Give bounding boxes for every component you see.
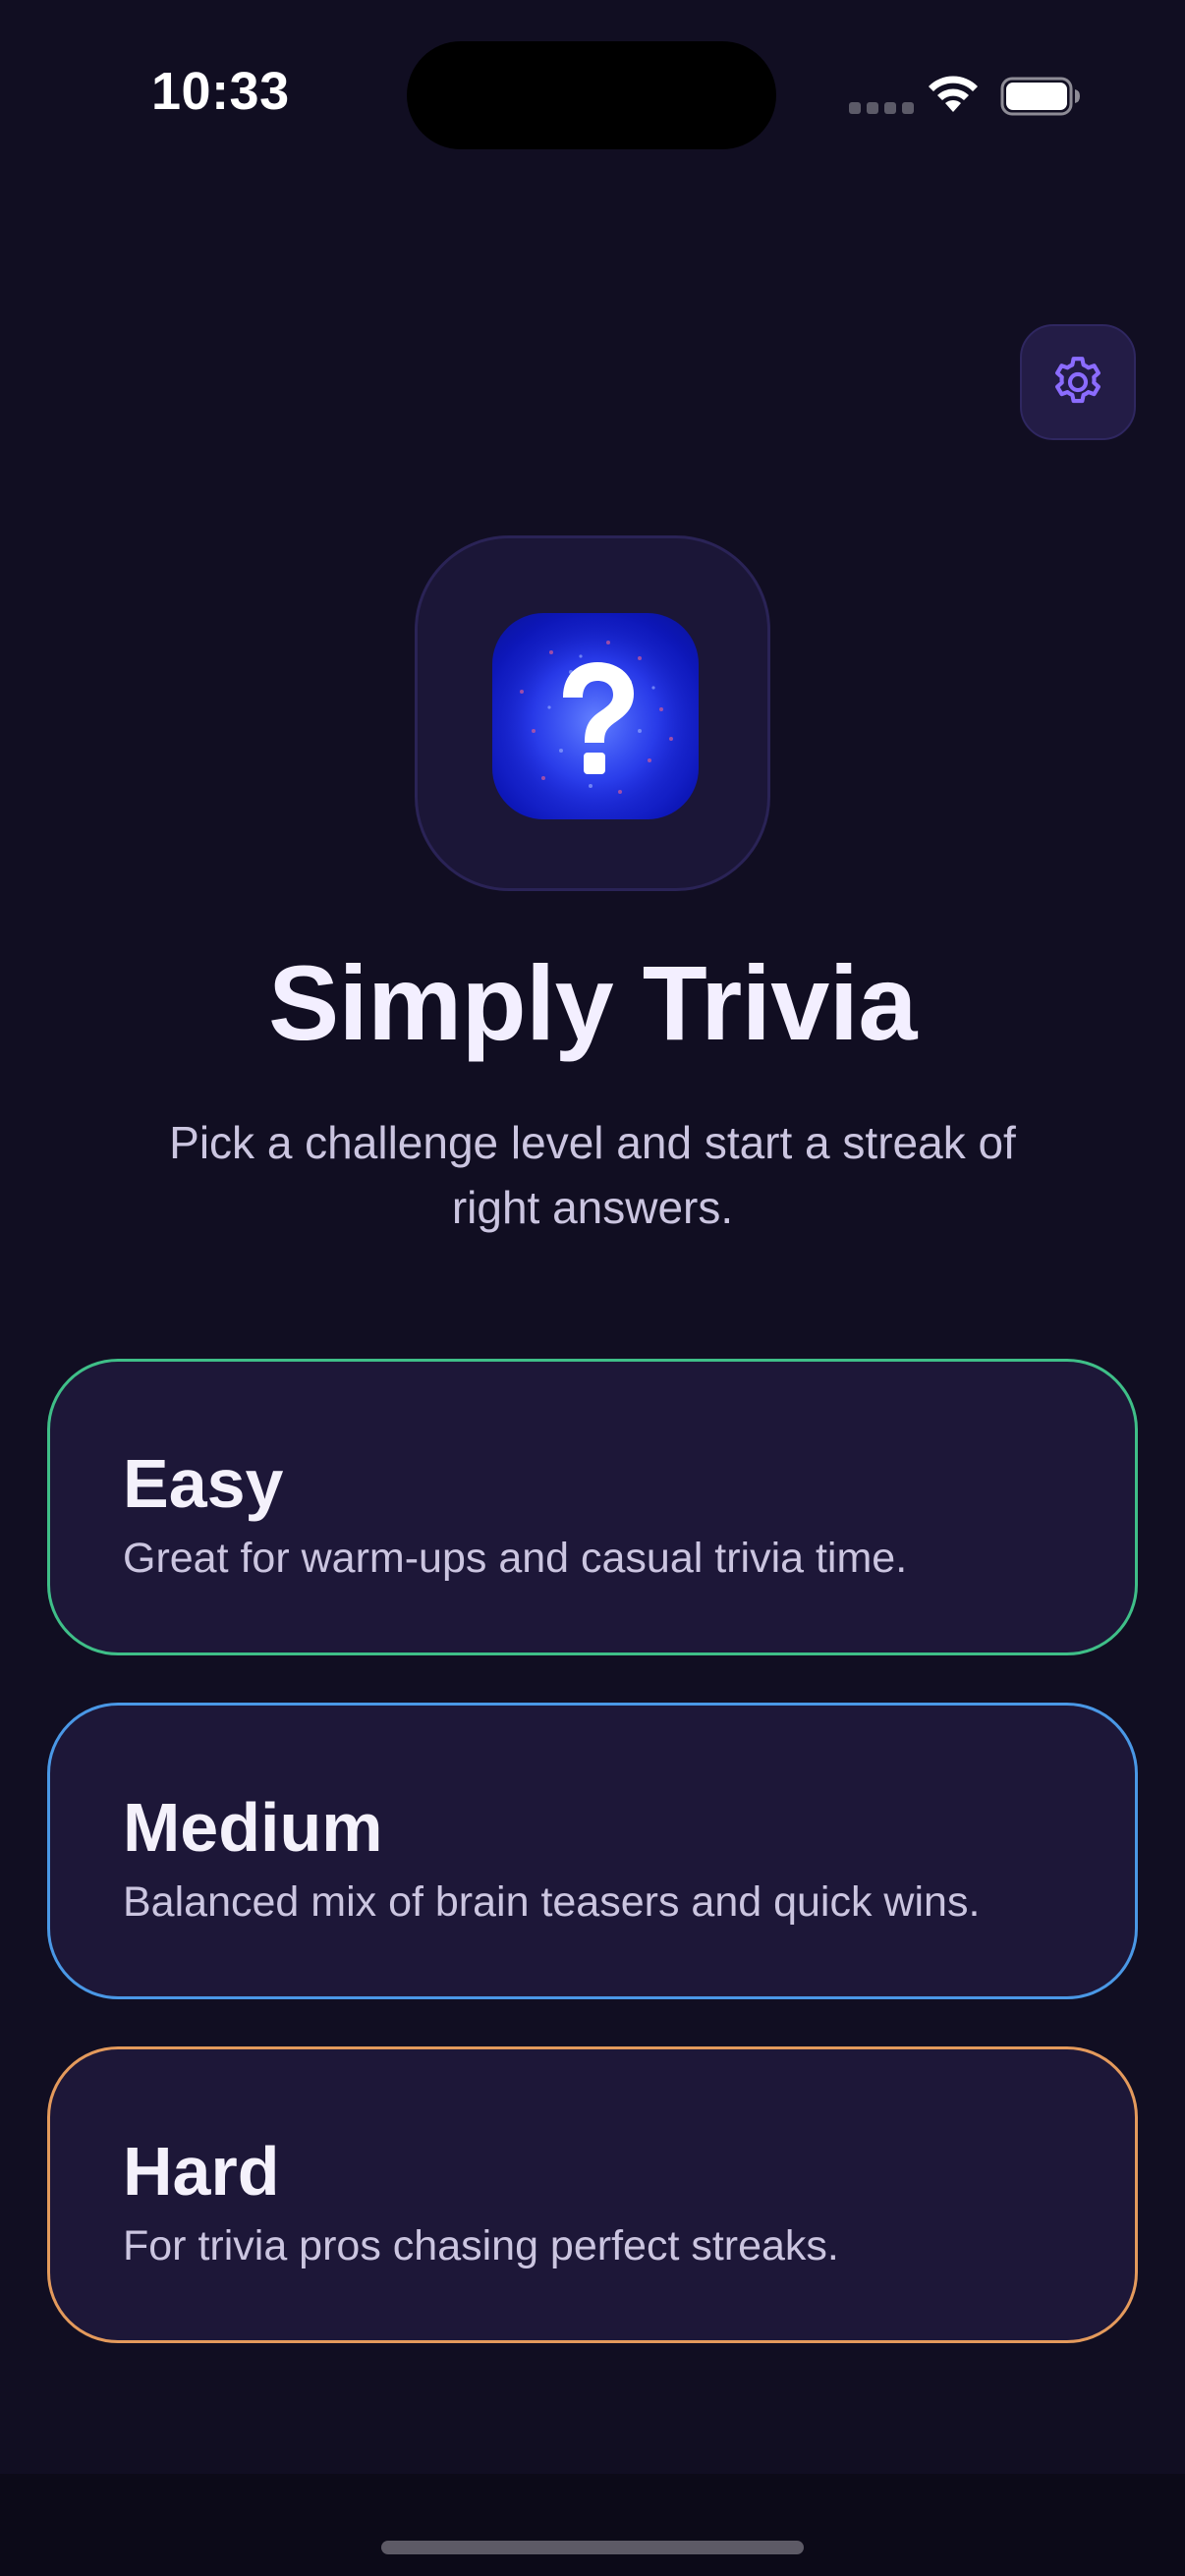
- difficulty-description: For trivia pros chasing perfect streaks.: [123, 2222, 839, 2269]
- difficulty-easy-button[interactable]: Easy Great for warm-ups and casual trivi…: [47, 1359, 1138, 1655]
- settings-button[interactable]: [1020, 324, 1136, 440]
- difficulty-title: Medium: [123, 1789, 383, 1866]
- dynamic-island: [407, 41, 776, 149]
- difficulty-description: Balanced mix of brain teasers and quick …: [123, 1878, 981, 1926]
- difficulty-title: Hard: [123, 2133, 280, 2210]
- question-mark-icon: [492, 613, 699, 819]
- difficulty-medium-button[interactable]: Medium Balanced mix of brain teasers and…: [47, 1703, 1138, 1999]
- battery-icon: [1000, 77, 1080, 116]
- difficulty-hard-button[interactable]: Hard For trivia pros chasing perfect str…: [47, 2046, 1138, 2343]
- app-logo: [415, 535, 770, 891]
- bottom-safe-area: [0, 2474, 1185, 2576]
- cellular-signal-icon: [849, 102, 914, 114]
- home-indicator[interactable]: [381, 2541, 804, 2554]
- gear-icon: [1055, 357, 1100, 404]
- status-bar: 10:33: [0, 0, 1185, 196]
- app-subtitle: Pick a challenge level and start a strea…: [169, 1117, 1016, 1233]
- wifi-icon: [929, 76, 978, 112]
- difficulty-description: Great for warm-ups and casual trivia tim…: [123, 1535, 908, 1582]
- difficulty-title: Easy: [123, 1445, 284, 1522]
- app-title: Simply Trivia: [268, 943, 917, 1062]
- status-time: 10:33: [151, 62, 290, 121]
